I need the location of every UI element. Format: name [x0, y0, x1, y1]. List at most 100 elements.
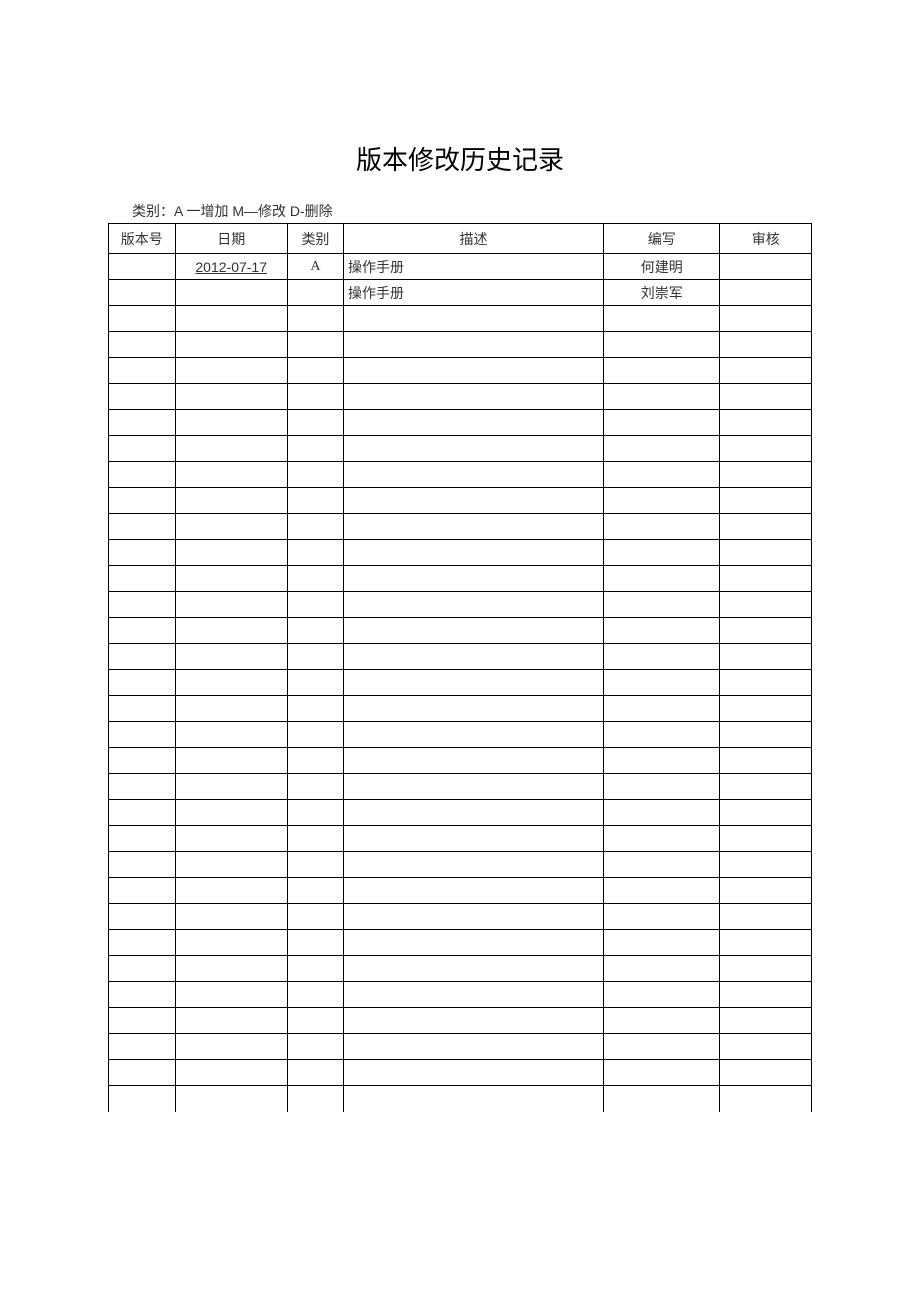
table-row	[109, 826, 812, 852]
cell-author: 刘崇军	[604, 280, 720, 306]
cell-category	[287, 488, 343, 514]
table-row	[109, 1034, 812, 1060]
table-row	[109, 852, 812, 878]
cell-reviewer	[720, 592, 812, 618]
header-author: 编写	[604, 224, 720, 254]
cell-description	[344, 800, 604, 826]
document-page: 版本修改历史记录 类别：A 一增加 M—修改 D-删除 版本号 日期 类别 描述…	[0, 0, 920, 1112]
table-row: 2012-07-17A操作手册何建明	[109, 254, 812, 280]
page-title: 版本修改历史记录	[108, 140, 812, 177]
header-version: 版本号	[109, 224, 176, 254]
table-row	[109, 670, 812, 696]
cell-category	[287, 982, 343, 1008]
cell-date	[175, 618, 287, 644]
cell-category	[287, 1008, 343, 1034]
cell-date	[175, 670, 287, 696]
cell-reviewer	[720, 410, 812, 436]
cell-description	[344, 462, 604, 488]
cell-version	[109, 748, 176, 774]
cell-category	[287, 904, 343, 930]
cell-reviewer	[720, 488, 812, 514]
cell-version	[109, 696, 176, 722]
cell-category	[287, 696, 343, 722]
cell-version	[109, 410, 176, 436]
cell-description	[344, 384, 604, 410]
cell-version	[109, 254, 176, 280]
cell-category	[287, 800, 343, 826]
cell-date	[175, 1008, 287, 1034]
cell-category	[287, 462, 343, 488]
cell-author	[604, 800, 720, 826]
cell-category	[287, 826, 343, 852]
cell-version	[109, 722, 176, 748]
cell-description	[344, 436, 604, 462]
cell-version	[109, 644, 176, 670]
cell-reviewer	[720, 644, 812, 670]
cell-description	[344, 566, 604, 592]
cell-category	[287, 332, 343, 358]
cell-date	[175, 358, 287, 384]
header-category: 类别	[287, 224, 343, 254]
cell-date	[175, 436, 287, 462]
table-row	[109, 488, 812, 514]
table-row	[109, 748, 812, 774]
cell-date	[175, 1086, 287, 1112]
cell-category	[287, 1034, 343, 1060]
cell-reviewer	[720, 514, 812, 540]
cell-author	[604, 982, 720, 1008]
cell-author	[604, 878, 720, 904]
cell-version	[109, 774, 176, 800]
cell-version	[109, 1086, 176, 1112]
cell-category	[287, 592, 343, 618]
header-date: 日期	[175, 224, 287, 254]
cell-description	[344, 670, 604, 696]
cell-description	[344, 618, 604, 644]
cell-description	[344, 514, 604, 540]
header-reviewer: 审核	[720, 224, 812, 254]
table-row	[109, 982, 812, 1008]
cell-date	[175, 462, 287, 488]
table-row	[109, 930, 812, 956]
cell-description	[344, 748, 604, 774]
cell-description	[344, 930, 604, 956]
cell-author	[604, 410, 720, 436]
cell-category	[287, 956, 343, 982]
cell-description	[344, 644, 604, 670]
cell-author	[604, 670, 720, 696]
table-row	[109, 722, 812, 748]
cell-description	[344, 1086, 604, 1112]
cell-author	[604, 332, 720, 358]
category-legend: 类别：A 一增加 M—修改 D-删除	[132, 201, 812, 221]
cell-date	[175, 306, 287, 332]
cell-category	[287, 722, 343, 748]
cell-version	[109, 800, 176, 826]
cell-author	[604, 1034, 720, 1060]
cell-date	[175, 410, 287, 436]
cell-description	[344, 1034, 604, 1060]
table-body: 2012-07-17A操作手册何建明操作手册刘崇军	[109, 254, 812, 1112]
cell-version	[109, 306, 176, 332]
cell-date	[175, 852, 287, 878]
cell-description	[344, 332, 604, 358]
cell-reviewer	[720, 566, 812, 592]
cell-reviewer	[720, 826, 812, 852]
cell-author	[604, 514, 720, 540]
cell-author	[604, 696, 720, 722]
table-row: 操作手册刘崇军	[109, 280, 812, 306]
cell-reviewer	[720, 384, 812, 410]
table-row	[109, 774, 812, 800]
cell-version	[109, 618, 176, 644]
table-header-row: 版本号 日期 类别 描述 编写 审核	[109, 224, 812, 254]
cell-reviewer	[720, 280, 812, 306]
table-row	[109, 410, 812, 436]
table-row	[109, 566, 812, 592]
cell-author	[604, 956, 720, 982]
cell-description: 操作手册	[344, 280, 604, 306]
cell-author	[604, 566, 720, 592]
table-row	[109, 644, 812, 670]
cell-description	[344, 592, 604, 618]
cell-version	[109, 1060, 176, 1086]
cell-category	[287, 566, 343, 592]
cell-description	[344, 696, 604, 722]
cell-date	[175, 1034, 287, 1060]
